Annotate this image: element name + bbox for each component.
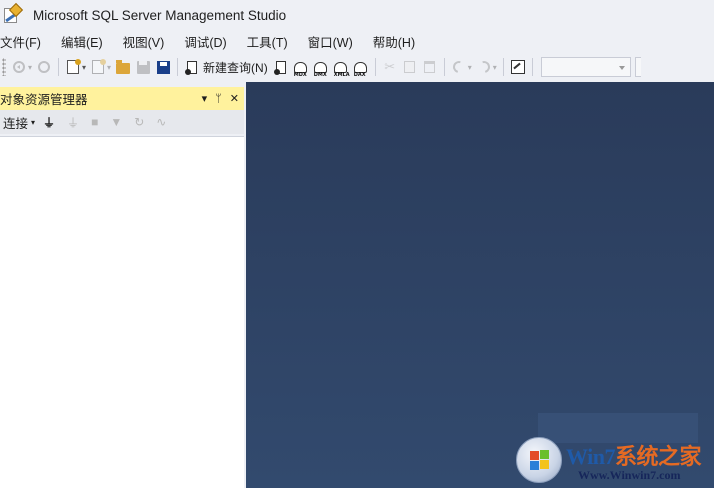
object-explorer-title: 对象资源管理器 [0, 93, 88, 107]
save-all-icon[interactable] [155, 59, 171, 75]
object-explorer-tree[interactable] [0, 136, 245, 488]
dax-query-icon[interactable]: DAX [353, 59, 369, 78]
menu-tools[interactable]: 工具(T) [247, 32, 298, 51]
activity-monitor-icon[interactable]: ∿ [156, 115, 166, 129]
redo-dropdown-icon[interactable]: ▾ [493, 63, 497, 72]
object-explorer-header[interactable]: 对象资源管理器 ▾ ᛘ ✕ [0, 87, 245, 110]
menu-edit[interactable]: 编辑(E) [61, 32, 113, 51]
xmla-query-icon[interactable]: XMLA [333, 59, 350, 78]
undo-icon[interactable] [450, 58, 467, 76]
copy-icon[interactable] [402, 59, 418, 75]
cut-icon[interactable]: ✂ [382, 59, 398, 75]
watermark: Win7系统之家 Www.Winwin7.com [516, 413, 706, 485]
navigate-forward-icon[interactable] [36, 59, 52, 75]
redo-icon[interactable] [475, 58, 492, 76]
navigate-back-icon[interactable] [11, 59, 27, 75]
title-bar: Microsoft SQL Server Management Studio [0, 0, 714, 30]
new-query-button[interactable]: 新建查询(N) [203, 59, 268, 76]
menu-bar: 文件(F) 编辑(E) 视图(V) 调试(D) 工具(T) 窗口(W) 帮助(H… [0, 30, 714, 52]
watermark-brand: Win7系统之家 [566, 444, 701, 469]
window-position-dropdown-icon[interactable]: ▾ [202, 92, 208, 105]
stop-icon[interactable]: ■ [91, 115, 98, 129]
menu-debug[interactable]: 调试(D) [184, 32, 236, 51]
new-project-icon[interactable] [65, 59, 81, 75]
open-file-icon[interactable] [115, 59, 131, 75]
ssms-app-icon[interactable] [2, 2, 24, 26]
windows-logo-icon [516, 437, 562, 483]
paste-icon[interactable] [422, 59, 438, 75]
connect-button[interactable]: 连接 [3, 113, 28, 132]
database-engine-query-icon[interactable] [273, 59, 289, 75]
save-icon[interactable] [135, 59, 151, 75]
mdx-query-icon[interactable]: MDX [293, 59, 309, 78]
toolbar-separator [531, 58, 533, 76]
toolbar-separator [443, 58, 445, 76]
auto-hide-pin-icon[interactable]: ᛘ [215, 93, 222, 105]
solution-configuration-dropdown[interactable] [540, 57, 631, 77]
new-query-icon[interactable] [184, 59, 200, 75]
standard-toolbar: ▾ ▾ ▾ 新建查询(N) MDX DMX XMLA DAX ✂ ▾ ▾ [0, 53, 714, 81]
dmx-query-icon[interactable]: DMX [313, 59, 329, 78]
menu-window[interactable]: 窗口(W) [308, 32, 363, 51]
add-item-dropdown-icon[interactable]: ▾ [107, 63, 111, 72]
new-project-dropdown-icon[interactable]: ▾ [82, 63, 86, 72]
menu-help[interactable]: 帮助(H) [373, 32, 425, 51]
navigate-back-dropdown-icon[interactable]: ▾ [28, 63, 32, 72]
undo-dropdown-icon[interactable]: ▾ [468, 63, 472, 72]
menu-view[interactable]: 视图(V) [123, 32, 175, 51]
connect-plug-icon[interactable]: ⏚ [43, 114, 55, 131]
toolbar-separator [374, 58, 376, 76]
object-explorer-toolbar: 连接 ▾ ⏚ ⏚ ■ ▼ ↻ ∿ [0, 110, 245, 134]
toolbar-grip-icon[interactable] [2, 58, 6, 76]
toolbar-separator [177, 58, 179, 76]
object-explorer-panel: 对象资源管理器 ▾ ᛘ ✕ 连接 ▾ ⏚ ⏚ ■ ▼ ↻ ∿ [0, 87, 246, 488]
close-icon[interactable]: ✕ [230, 92, 239, 105]
filter-icon[interactable]: ▼ [110, 115, 122, 129]
refresh-icon[interactable]: ↻ [134, 115, 144, 129]
add-item-icon[interactable] [90, 59, 106, 75]
toolbar-separator [58, 58, 60, 76]
disconnect-icon[interactable]: ⏚ [67, 114, 79, 131]
properties-window-icon[interactable] [510, 59, 526, 75]
toolbar-separator [502, 58, 504, 76]
menu-file[interactable]: 文件(F) [0, 32, 51, 51]
window-title: Microsoft SQL Server Management Studio [33, 7, 287, 23]
watermark-url: Www.Winwin7.com [578, 468, 681, 482]
solution-platform-dropdown[interactable] [634, 57, 641, 77]
connect-dropdown-icon[interactable]: ▾ [31, 118, 35, 127]
